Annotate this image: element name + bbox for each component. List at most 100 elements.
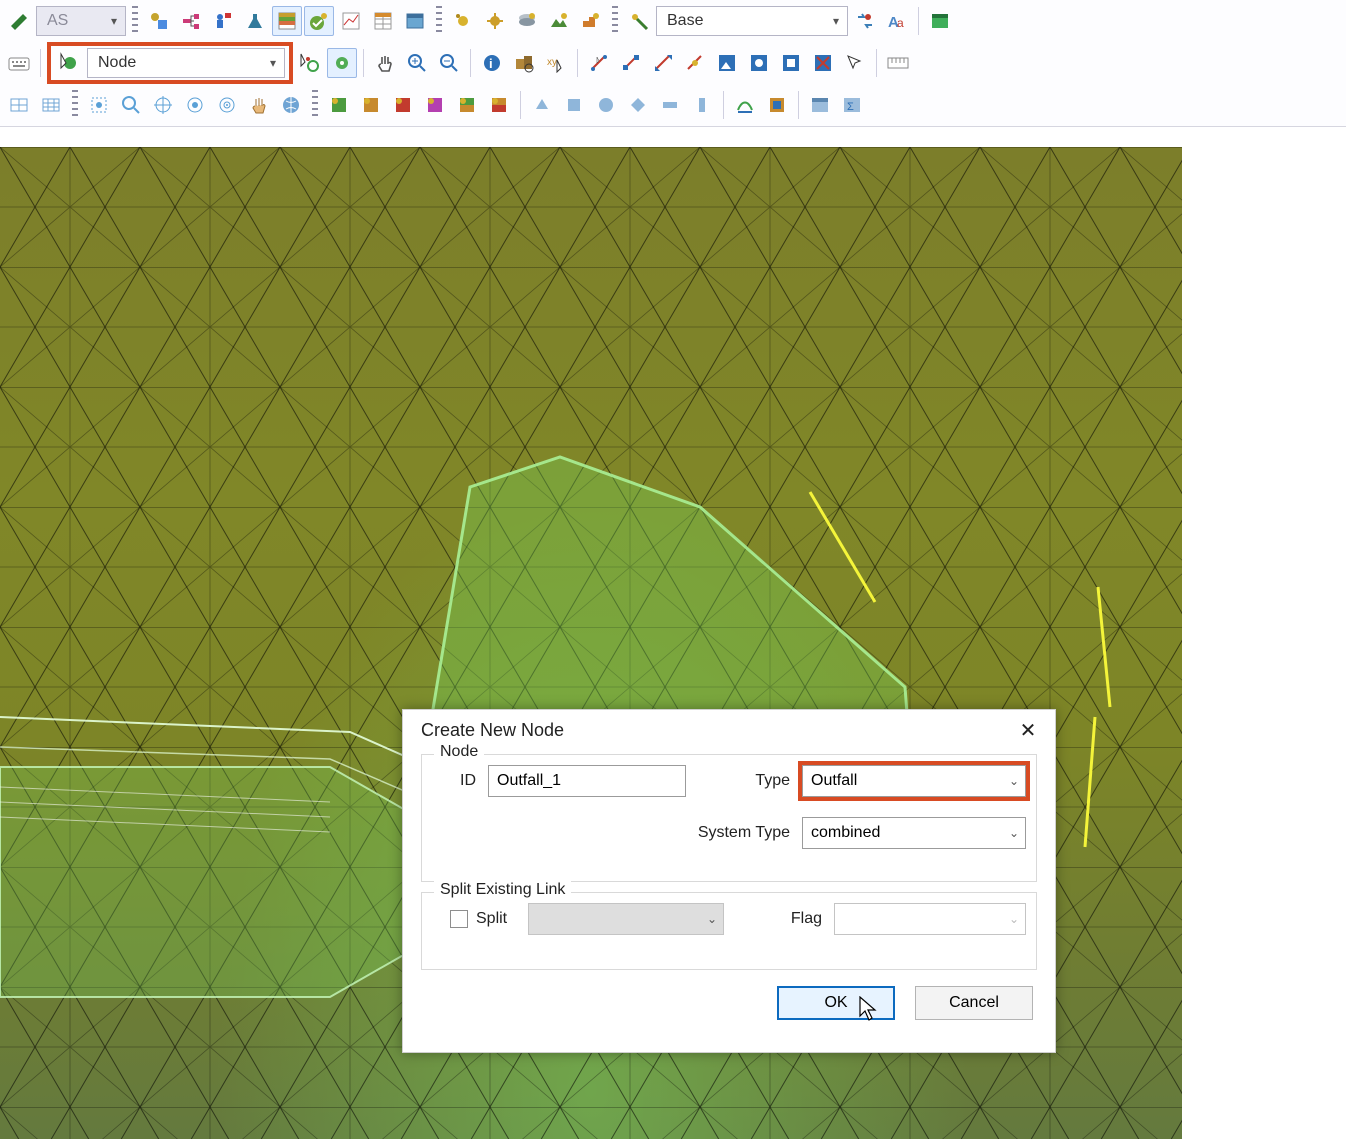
stack-icon[interactable] — [512, 6, 542, 36]
dialog-titlebar[interactable]: Create New Node ✕ — [403, 710, 1055, 750]
separator — [876, 49, 877, 77]
cursor-a-icon[interactable] — [840, 48, 870, 78]
toolbar-row-1: AS▾ Base▾ Aa — [0, 0, 1346, 42]
section-a-icon[interactable] — [730, 90, 760, 120]
sparkle-b-icon[interactable] — [480, 6, 510, 36]
new-object-group: Node▾ — [51, 46, 289, 80]
snap-node-icon[interactable] — [327, 48, 357, 78]
separator — [798, 91, 799, 119]
pan-icon[interactable] — [370, 48, 400, 78]
close-icon[interactable]: ✕ — [1011, 713, 1045, 747]
type-label: Type — [730, 772, 790, 790]
flag-select: ⌄ — [834, 903, 1026, 935]
tree-icon[interactable] — [176, 6, 206, 36]
grid-b-icon[interactable] — [36, 90, 66, 120]
new-object-icon[interactable] — [144, 6, 174, 36]
flask-icon[interactable] — [240, 6, 270, 36]
pen-icon[interactable] — [4, 6, 34, 36]
separator — [520, 91, 521, 119]
text-style-icon[interactable]: Aa — [882, 6, 912, 36]
stack-6-icon[interactable] — [484, 90, 514, 120]
system-type-value: combined — [811, 824, 880, 842]
systype-label: System Type — [670, 824, 790, 842]
ok-button-label: OK — [824, 994, 847, 1012]
person-flag-icon[interactable] — [208, 6, 238, 36]
poly-c-icon[interactable] — [591, 90, 621, 120]
dialog-title-text: Create New Node — [421, 720, 564, 741]
layer-combo[interactable]: AS▾ — [36, 6, 126, 36]
stack-4-icon[interactable] — [420, 90, 450, 120]
grid-a-icon[interactable] — [4, 90, 34, 120]
target-c-icon[interactable] — [212, 90, 242, 120]
sparkle-a-icon[interactable] — [448, 6, 478, 36]
stack-3-icon[interactable] — [388, 90, 418, 120]
flag-label: Flag — [772, 910, 822, 928]
extent-icon[interactable] — [84, 90, 114, 120]
img-d-icon[interactable] — [808, 48, 838, 78]
sparkle-c-icon[interactable] — [624, 6, 654, 36]
table-icon[interactable] — [368, 6, 398, 36]
panel-a-icon[interactable] — [805, 90, 835, 120]
net-c-icon[interactable] — [648, 48, 678, 78]
stack-5-icon[interactable] — [452, 90, 482, 120]
poly-a-icon[interactable] — [527, 90, 557, 120]
svg-text:i: i — [489, 56, 493, 71]
stack-1-icon[interactable] — [324, 90, 354, 120]
canvas-right-margin — [1182, 127, 1346, 1139]
info-select-icon[interactable]: i — [477, 48, 507, 78]
id-input[interactable] — [488, 765, 686, 797]
select-node-icon[interactable] — [295, 48, 325, 78]
zoom-out-icon[interactable] — [434, 48, 464, 78]
split-checkbox[interactable] — [450, 910, 468, 928]
hand-icon[interactable] — [244, 90, 274, 120]
xy-locate-icon[interactable]: xy — [541, 48, 571, 78]
target-b-icon[interactable] — [180, 90, 210, 120]
dialog-button-row: OK Cancel — [403, 980, 1055, 1020]
poly-d-icon[interactable] — [623, 90, 653, 120]
new-node-tool-icon[interactable] — [55, 48, 85, 78]
ruler-icon[interactable] — [883, 48, 913, 78]
zoom-in-icon[interactable] — [402, 48, 432, 78]
img-a-icon[interactable] — [712, 48, 742, 78]
toolbar-row-3: Σ — [0, 84, 1346, 126]
cancel-button[interactable]: Cancel — [915, 986, 1033, 1020]
toolbar-row-2: Node▾ i xy — [0, 42, 1346, 84]
object-type-combo-text: Node — [98, 54, 136, 72]
validation-icon[interactable] — [304, 6, 334, 36]
window-icon[interactable] — [400, 6, 430, 36]
blocks-icon[interactable] — [576, 6, 606, 36]
base-combo[interactable]: Base▾ — [656, 6, 848, 36]
keyboard-icon[interactable] — [4, 48, 34, 78]
layers-panel-icon[interactable] — [925, 6, 955, 36]
panel-b-icon[interactable]: Σ — [837, 90, 867, 120]
globe-icon[interactable] — [276, 90, 306, 120]
type-select[interactable]: Outfall ⌄ — [802, 765, 1026, 797]
create-node-dialog: Create New Node ✕ Node ID Type Outfall ⌄… — [402, 709, 1056, 1053]
net-a-icon[interactable] — [584, 48, 614, 78]
grid-panel-a-icon[interactable] — [272, 6, 302, 36]
zoom-target-icon[interactable] — [116, 90, 146, 120]
ok-button[interactable]: OK — [777, 986, 895, 1020]
chart-icon[interactable] — [336, 6, 366, 36]
map-canvas[interactable]: Create New Node ✕ Node ID Type Outfall ⌄… — [0, 127, 1346, 1139]
net-b-icon[interactable] — [616, 48, 646, 78]
img-b-icon[interactable] — [744, 48, 774, 78]
group-node-label: Node — [434, 743, 484, 761]
stack-2-icon[interactable] — [356, 90, 386, 120]
system-type-select[interactable]: combined ⌄ — [802, 817, 1026, 849]
find-address-icon[interactable] — [509, 48, 539, 78]
separator — [470, 49, 471, 77]
poly-f-icon[interactable] — [687, 90, 717, 120]
compare-icon[interactable] — [850, 6, 880, 36]
net-d-icon[interactable] — [680, 48, 710, 78]
terrain-icon[interactable] — [544, 6, 574, 36]
cancel-button-label: Cancel — [949, 994, 999, 1012]
target-a-icon[interactable] — [148, 90, 178, 120]
img-c-icon[interactable] — [776, 48, 806, 78]
poly-b-icon[interactable] — [559, 90, 589, 120]
object-type-combo[interactable]: Node▾ — [87, 48, 285, 78]
poly-e-icon[interactable] — [655, 90, 685, 120]
toolbars: AS▾ Base▾ Aa — [0, 0, 1346, 127]
section-b-icon[interactable] — [762, 90, 792, 120]
base-combo-text: Base — [667, 12, 703, 30]
